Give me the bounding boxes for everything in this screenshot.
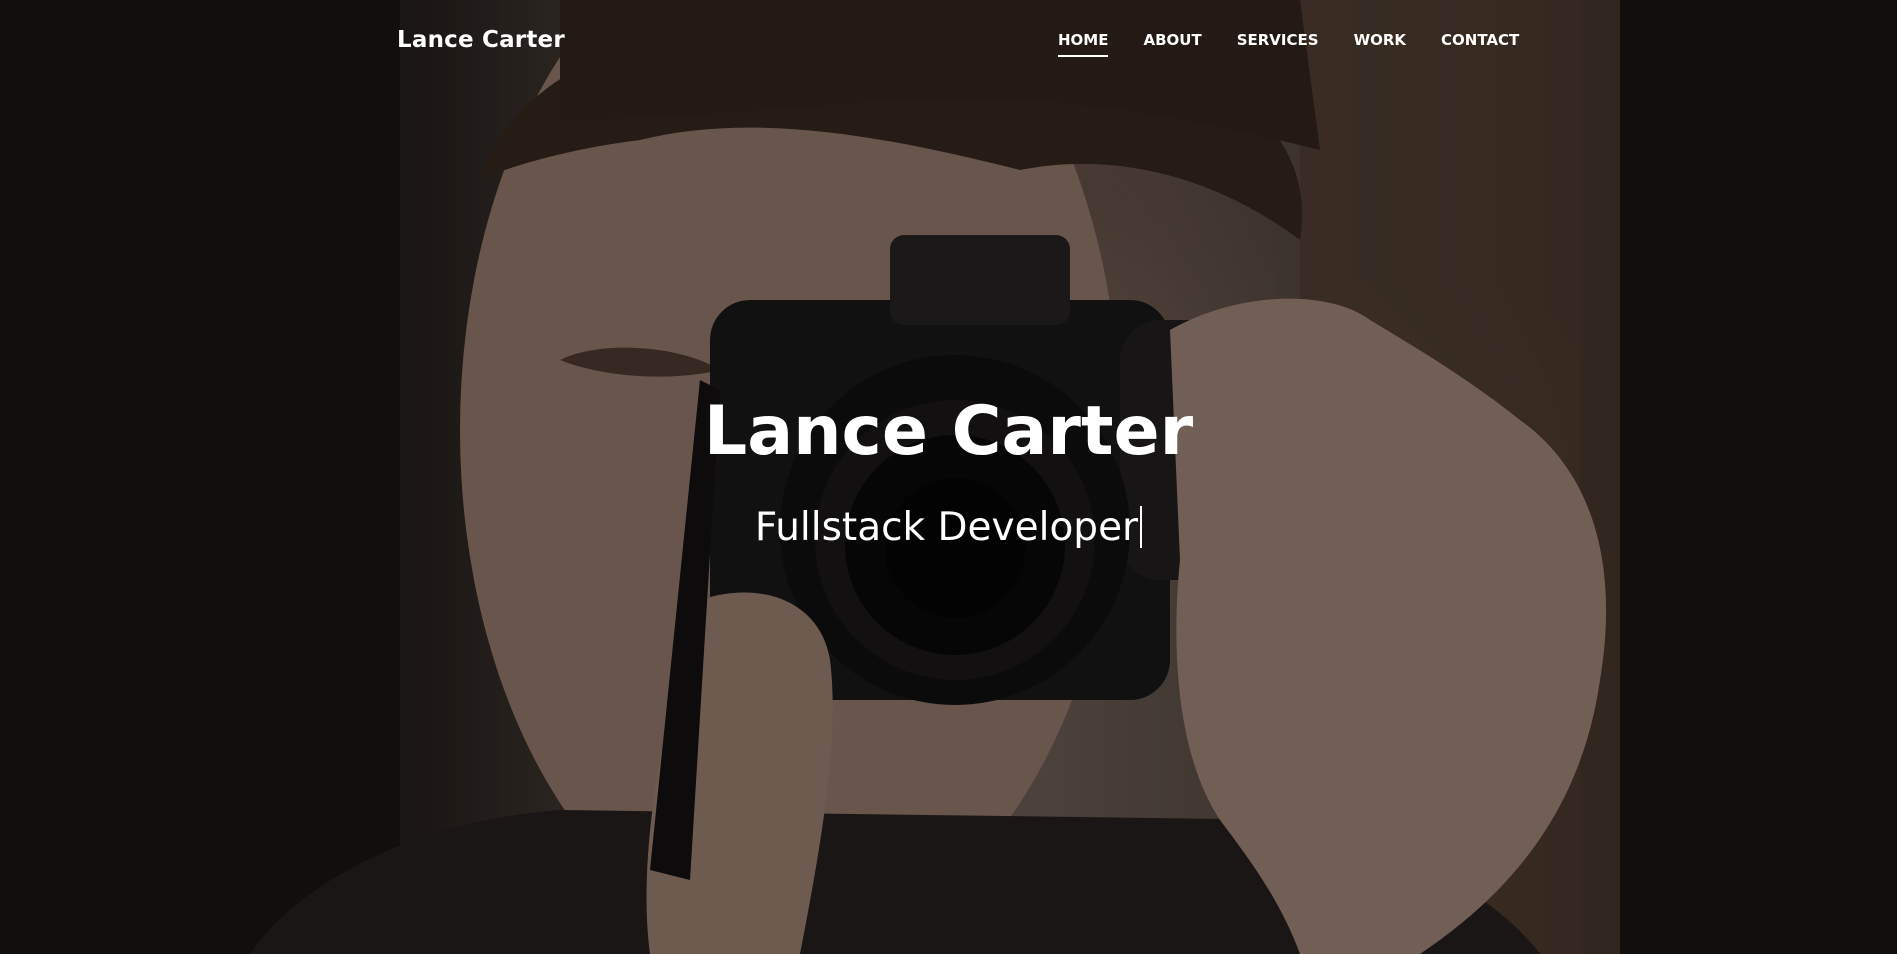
nav-link-home[interactable]: HOME <box>1058 31 1109 57</box>
navbar: Lance Carter HOME ABOUT SERVICES WORK CO… <box>0 0 1897 86</box>
hero-title: Lance Carter <box>703 392 1194 471</box>
nav-link-work[interactable]: WORK <box>1354 31 1406 57</box>
nav-link-about[interactable]: ABOUT <box>1143 31 1201 57</box>
nav-link-services[interactable]: SERVICES <box>1237 31 1319 57</box>
nav-link-contact[interactable]: CONTACT <box>1441 31 1519 57</box>
typing-cursor <box>1140 506 1143 548</box>
brand-logo-link[interactable]: Lance Carter <box>397 27 565 53</box>
hero-subtitle: Fullstack Developer <box>754 505 1139 550</box>
hero-subtitle-container: Fullstack Developer <box>0 500 1897 556</box>
hero-dark-overlay <box>0 0 1897 954</box>
hero-section: Lance Carter HOME ABOUT SERVICES WORK CO… <box>0 0 1897 954</box>
nav-menu: HOME ABOUT SERVICES WORK CONTACT <box>1058 31 1554 57</box>
